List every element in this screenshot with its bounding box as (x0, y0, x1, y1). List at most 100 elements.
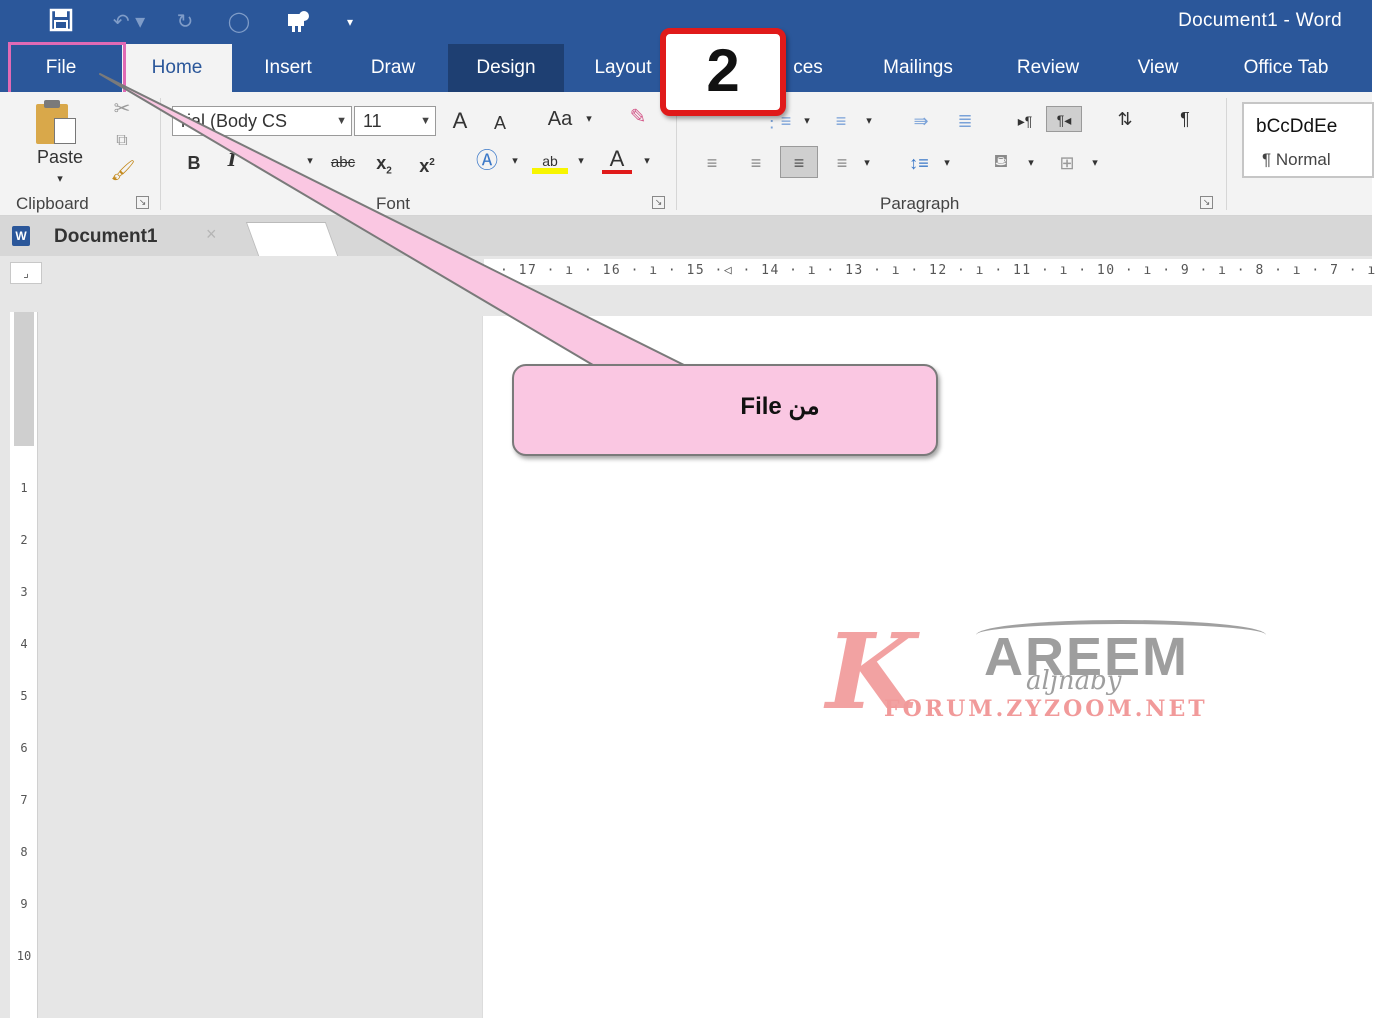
circle-icon[interactable]: ◯ (222, 8, 256, 36)
horizontal-ruler[interactable]: ⌟ · 17 · ı · 16 · ı · 15 ·◁ · 14 · ı · 1… (0, 256, 1375, 288)
font-size-combo[interactable]: 11 ▼ (354, 106, 436, 136)
ruler-number: 4 (20, 637, 28, 651)
touch-mode-icon[interactable] (280, 8, 316, 36)
font-group-label: Font (376, 194, 411, 213)
ruler-ticks: · 17 · ı · 16 · ı · 15 ·◁ · 14 · ı · 13 … (500, 263, 1382, 278)
font-size-value: 11 (363, 111, 382, 131)
ltr-direction-icon[interactable]: ▸¶ (1010, 108, 1040, 134)
align-right-icon[interactable]: ≡ (780, 146, 818, 178)
word-doc-icon: W (12, 226, 30, 246)
paragraph-group-label: Paragraph (880, 194, 960, 213)
vertical-ruler-numbers: 1 2 3 4 5 6 7 8 9 10 (12, 462, 36, 982)
chevron-down-icon: ▼ (420, 115, 431, 127)
ruler-number: 1 (20, 481, 28, 495)
tab-mailings[interactable]: Mailings (862, 44, 974, 92)
separator (160, 98, 161, 210)
paste-icon[interactable] (32, 100, 76, 146)
callout-text: File من (740, 393, 820, 420)
chevron-down-icon[interactable]: ▾ (940, 150, 954, 176)
tab-review[interactable]: Review (998, 44, 1098, 92)
copy-icon[interactable]: ⧉ (106, 128, 138, 154)
borders-icon[interactable]: ⊞ (1052, 150, 1082, 176)
grow-font-button[interactable]: A (446, 108, 474, 134)
font-name-value: rial (Body CS (181, 111, 288, 131)
tab-office-tab[interactable]: Office Tab (1220, 44, 1352, 92)
superscript-button[interactable]: x2 (414, 150, 440, 176)
ruler-number: 10 (16, 949, 32, 963)
tab-view[interactable]: View (1118, 44, 1198, 92)
tab-layout[interactable]: Layout (580, 44, 666, 92)
sort-icon[interactable]: ⇅ (1110, 106, 1140, 132)
chevron-down-icon[interactable]: ▾ (508, 148, 522, 174)
ruler-number: 9 (20, 897, 28, 911)
chevron-down-icon[interactable]: ▾ (640, 148, 654, 174)
subscript-button[interactable]: x2 (372, 150, 396, 177)
tab-insert[interactable]: Insert (240, 44, 336, 92)
undo-icon[interactable]: ↶ ▾ (104, 8, 154, 36)
ruler-number: 3 (20, 585, 28, 599)
bold-button[interactable]: B (182, 150, 206, 176)
file-tab-highlight (8, 42, 126, 96)
cut-icon[interactable]: ✂ (108, 96, 136, 122)
align-center-icon[interactable]: ≡ (740, 150, 772, 176)
step-number-badge: 2 (660, 28, 786, 116)
shading-icon[interactable]: ⛾ (984, 148, 1018, 174)
watermark-site: FORUM.ZYZOOM.NET (884, 696, 1208, 722)
watermark-logo: K AREEM aljnaby FORUM.ZYZOOM.NET (826, 620, 1266, 730)
change-case-button[interactable]: Aa (540, 106, 580, 132)
format-painter-icon[interactable]: 🖌 (108, 158, 138, 184)
chevron-down-icon[interactable]: ▾ (574, 148, 588, 174)
chevron-down-icon[interactable]: ▾ (800, 108, 814, 134)
paragraph-launcher-icon[interactable]: ↘ (1200, 196, 1213, 209)
chevron-down-icon[interactable]: ▾ (300, 148, 320, 174)
document-tab-strip: W Document1 × (0, 216, 1372, 256)
show-marks-icon[interactable]: ¶ (1170, 106, 1200, 132)
save-icon[interactable] (46, 8, 76, 36)
font-color-icon[interactable]: A (602, 148, 632, 174)
ruler-number: 5 (20, 689, 28, 703)
increase-indent-icon[interactable]: ≣ (948, 108, 982, 134)
callout-box: File من (512, 364, 938, 456)
document-tab[interactable]: W Document1 × (6, 216, 244, 256)
redo-icon[interactable]: ↻ (168, 8, 202, 36)
chevron-down-icon[interactable]: ▾ (1024, 150, 1038, 176)
tab-selector-icon[interactable]: ⌟ (10, 262, 42, 284)
superscript-label: x (419, 156, 430, 176)
chevron-down-icon[interactable]: ▾ (862, 108, 876, 134)
paste-dropdown-icon[interactable]: ▾ (48, 166, 72, 192)
style-normal[interactable]: bCcDdEe ¶ Normal (1242, 102, 1374, 178)
style-sample: bCcDdEe (1256, 116, 1338, 137)
tab-references[interactable]: ces (780, 44, 836, 92)
chevron-down-icon[interactable]: ▾ (582, 106, 596, 132)
window-title: Document1 - Word (1178, 10, 1342, 31)
strikethrough-button[interactable]: abc (326, 150, 360, 176)
shrink-font-button[interactable]: A (488, 110, 512, 136)
rtl-direction-icon[interactable]: ¶◂ (1046, 106, 1082, 132)
line-spacing-icon[interactable]: ↕≡ (902, 150, 936, 176)
ruler-number: 6 (20, 741, 28, 755)
justify-icon[interactable]: ≡ (826, 150, 858, 176)
italic-button[interactable]: I (222, 148, 242, 174)
highlight-color-icon[interactable]: ab (532, 148, 568, 174)
tab-draw[interactable]: Draw (350, 44, 436, 92)
separator (1226, 98, 1227, 210)
chevron-down-icon[interactable]: ▾ (860, 150, 874, 176)
text-effects-icon[interactable]: Ⓐ (472, 148, 502, 174)
ruler-number: 7 (20, 793, 28, 807)
font-name-combo[interactable]: rial (Body CS ▼ (172, 106, 352, 136)
customize-qat-icon[interactable]: ▾ (340, 8, 360, 36)
close-icon[interactable]: × (206, 224, 217, 245)
align-left-icon[interactable]: ≡ (696, 150, 728, 176)
watermark-tagline: aljnaby (1026, 666, 1122, 696)
multilevel-list-icon[interactable]: ≡ (826, 108, 856, 134)
clear-formatting-icon[interactable]: ✎ (622, 104, 654, 130)
decrease-indent-icon[interactable]: ⇛ (904, 108, 938, 134)
font-launcher-icon[interactable]: ↘ (652, 196, 665, 209)
style-name: ¶ Normal (1262, 150, 1331, 169)
clipboard-launcher-icon[interactable]: ↘ (136, 196, 149, 209)
tab-design[interactable]: Design (448, 44, 564, 92)
chevron-down-icon[interactable]: ▾ (1088, 150, 1102, 176)
tab-home[interactable]: Home (122, 44, 232, 92)
vertical-ruler[interactable]: 1 2 3 4 5 6 7 8 9 10 (10, 312, 38, 1018)
new-tab-button[interactable] (245, 222, 339, 256)
